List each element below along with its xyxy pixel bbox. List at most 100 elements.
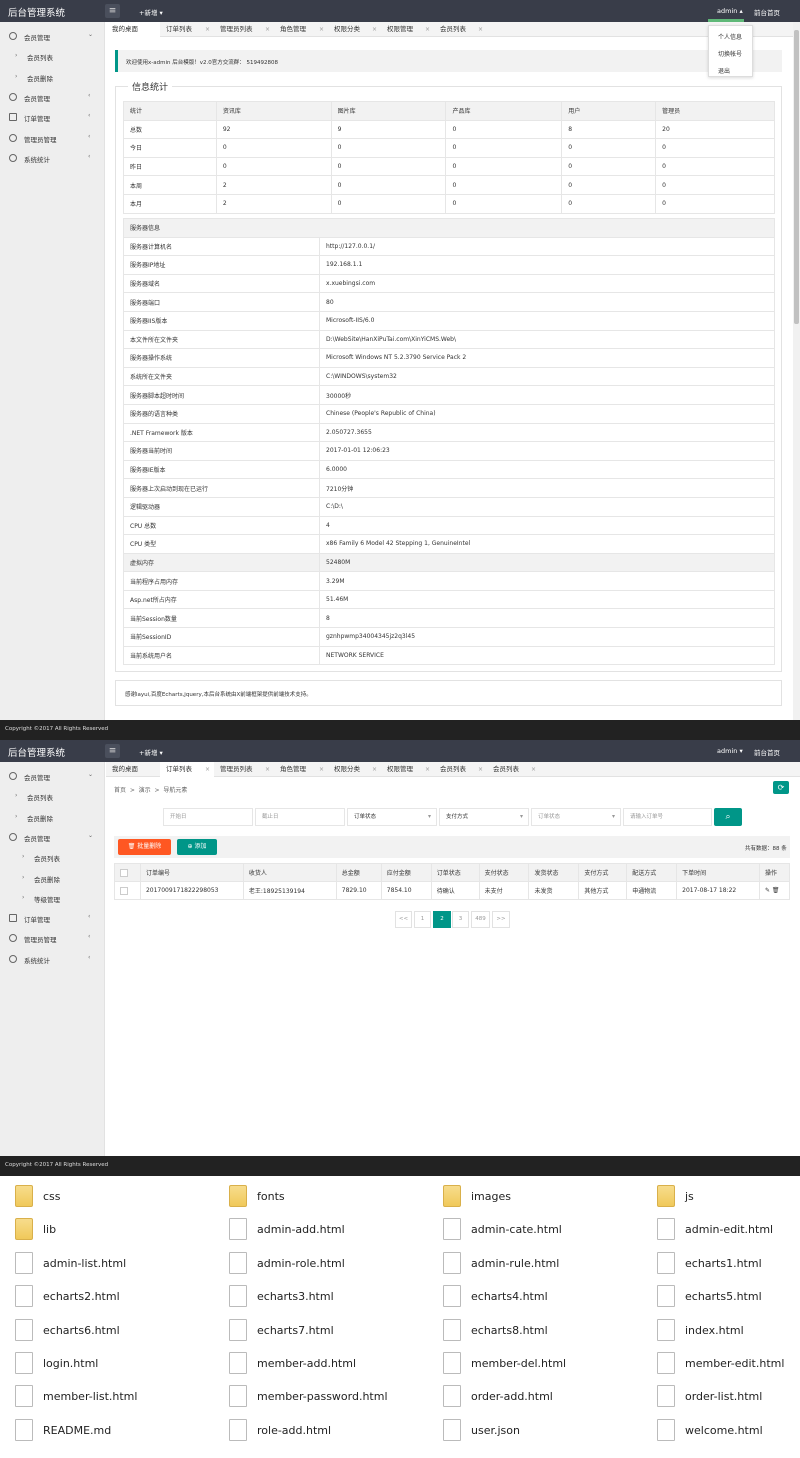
scrollbar[interactable]: [793, 22, 800, 720]
order-number-input[interactable]: 请输入订单号: [623, 808, 712, 826]
folder-item[interactable]: lib: [15, 1218, 155, 1242]
front-home-link[interactable]: 前台首页: [754, 7, 780, 17]
file-item[interactable]: member-add.html: [229, 1352, 369, 1376]
file-item[interactable]: member-password.html: [229, 1385, 388, 1409]
file-item[interactable]: order-list.html: [657, 1385, 797, 1409]
file-item[interactable]: admin-edit.html: [657, 1218, 797, 1242]
file-item[interactable]: welcome.html: [657, 1418, 797, 1443]
file-item[interactable]: index.html: [657, 1318, 797, 1343]
file-item[interactable]: role-add.html: [229, 1418, 369, 1443]
front-home-link[interactable]: 前台首页: [754, 747, 780, 757]
page-button[interactable]: 3: [452, 911, 469, 928]
file-item[interactable]: admin-role.html: [229, 1251, 369, 1276]
close-icon[interactable]: ×: [531, 762, 536, 777]
file-item[interactable]: member-edit.html: [657, 1352, 797, 1376]
start-date-input[interactable]: 开始日: [163, 808, 253, 826]
page-button[interactable]: <<: [395, 911, 412, 928]
file-item[interactable]: echarts7.html: [229, 1318, 369, 1343]
file-item[interactable]: admin-rule.html: [443, 1251, 583, 1276]
batch-delete-button[interactable]: 🗑 批量删除: [118, 839, 171, 855]
folder-item[interactable]: js: [657, 1185, 797, 1209]
refresh-icon[interactable]: ⟳: [773, 781, 789, 794]
tab[interactable]: 订单列表 ×: [160, 22, 214, 37]
admin-user-menu[interactable]: admin ▾: [717, 747, 743, 755]
tab[interactable]: 管理员列表 ×: [214, 22, 274, 37]
file-item[interactable]: admin-cate.html: [443, 1218, 583, 1242]
menu-toggle-icon[interactable]: ≡: [105, 744, 120, 758]
folder-item[interactable]: css: [15, 1185, 155, 1209]
new-add-button[interactable]: +新增 ▾: [139, 747, 163, 757]
page-button[interactable]: 489: [471, 911, 490, 928]
file-item[interactable]: echarts6.html: [15, 1318, 155, 1343]
file-item[interactable]: user.json: [443, 1418, 583, 1443]
sidebar-item[interactable]: ‹ 管理员管理: [0, 929, 105, 947]
menu-toggle-icon[interactable]: ≡: [105, 4, 120, 18]
file-item[interactable]: echarts8.html: [443, 1318, 583, 1343]
file-item[interactable]: login.html: [15, 1352, 155, 1376]
sidebar-item[interactable]: › 会员列表: [0, 47, 105, 65]
close-icon[interactable]: ×: [372, 22, 377, 37]
sidebar-item[interactable]: › 会员列表: [0, 787, 105, 805]
page-button[interactable]: >>: [492, 911, 510, 928]
tab[interactable]: 我的桌面: [106, 22, 160, 37]
close-icon[interactable]: ×: [425, 22, 430, 37]
file-item[interactable]: echarts3.html: [229, 1285, 369, 1309]
sidebar-item[interactable]: › 会员删除: [0, 68, 105, 86]
close-icon[interactable]: ×: [205, 762, 210, 777]
file-item[interactable]: echarts2.html: [15, 1285, 155, 1309]
select-all-checkbox[interactable]: [120, 868, 128, 877]
end-date-input[interactable]: 截止日: [255, 808, 345, 826]
file-item[interactable]: echarts5.html: [657, 1285, 797, 1309]
search-button[interactable]: ⌕: [714, 808, 742, 826]
sidebar-item[interactable]: › 会员删除: [0, 869, 105, 887]
folder-item[interactable]: fonts: [229, 1185, 369, 1209]
close-icon[interactable]: ×: [478, 762, 483, 777]
sidebar-item[interactable]: ‹ 订单管理: [0, 909, 105, 927]
table-cell[interactable]: ✎ 🗑: [758, 881, 791, 900]
sidebar-item[interactable]: › 会员列表: [0, 848, 105, 866]
close-icon[interactable]: ×: [205, 22, 210, 37]
tab[interactable]: 权限管理 ×: [381, 762, 434, 777]
file-item[interactable]: admin-list.html: [15, 1251, 155, 1276]
tab[interactable]: 订单列表 ×: [160, 762, 214, 777]
folder-item[interactable]: images: [443, 1185, 583, 1209]
file-item[interactable]: admin-add.html: [229, 1218, 369, 1242]
add-button[interactable]: ⊕ 添加: [177, 839, 217, 855]
scrollbar-thumb[interactable]: [794, 30, 799, 324]
tab[interactable]: 权限分类 ×: [328, 22, 381, 37]
page-button[interactable]: 2: [433, 911, 451, 928]
order-status-select[interactable]: 订单状态 ▾: [347, 808, 437, 826]
tab[interactable]: 权限分类 ×: [328, 762, 381, 777]
tab[interactable]: 会员列表 ×: [434, 22, 487, 37]
menu-item-logout[interactable]: 退出: [718, 66, 730, 75]
tab[interactable]: 会员列表 ×: [434, 762, 487, 777]
sidebar-item[interactable]: ‹ 系统统计: [0, 149, 105, 167]
sidebar-item[interactable]: ⌄ 会员管理: [0, 767, 105, 785]
close-icon[interactable]: ×: [319, 762, 324, 777]
sidebar-item[interactable]: ⌄ 会员管理: [0, 27, 105, 45]
sidebar-item[interactable]: › 会员删除: [0, 808, 105, 826]
tab[interactable]: 我的桌面: [106, 762, 160, 777]
admin-user-menu[interactable]: admin ▴: [717, 7, 743, 15]
sidebar-item[interactable]: ⌄ 会员管理: [0, 828, 105, 846]
file-item[interactable]: member-list.html: [15, 1385, 155, 1409]
close-icon[interactable]: ×: [319, 22, 324, 37]
tab[interactable]: 角色管理 ×: [274, 22, 328, 37]
file-item[interactable]: member-del.html: [443, 1352, 583, 1376]
row-actions[interactable]: ✎ 🗑: [765, 887, 780, 894]
tab[interactable]: 角色管理 ×: [274, 762, 328, 777]
file-item[interactable]: README.md: [15, 1418, 155, 1443]
file-item[interactable]: order-add.html: [443, 1385, 583, 1409]
close-icon[interactable]: ×: [265, 22, 270, 37]
file-item[interactable]: echarts4.html: [443, 1285, 583, 1309]
sidebar-item[interactable]: ‹ 会员管理: [0, 88, 105, 106]
row-checkbox[interactable]: [120, 886, 128, 895]
file-item[interactable]: echarts1.html: [657, 1251, 797, 1276]
pay-method-select[interactable]: 支付方式 ▾: [439, 808, 529, 826]
breadcrumb-home[interactable]: 首页: [114, 787, 126, 794]
page-button[interactable]: 1: [414, 911, 431, 928]
breadcrumb-demo[interactable]: 演示: [139, 787, 151, 794]
sidebar-item[interactable]: ‹ 管理员管理: [0, 129, 105, 147]
close-icon[interactable]: ×: [265, 762, 270, 777]
close-icon[interactable]: ×: [425, 762, 430, 777]
